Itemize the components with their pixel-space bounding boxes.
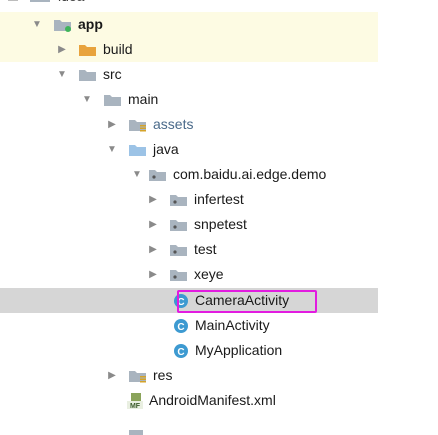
- tree-node-label: app: [78, 16, 103, 32]
- tree-node-label: test: [194, 241, 217, 257]
- tree-node-label: com.baidu.ai.edge.demo: [173, 166, 327, 182]
- tree-node-label: AndroidManifest.xml: [149, 392, 276, 408]
- tree-node-app[interactable]: ▼ app: [0, 12, 378, 37]
- collapsed-arrow-icon[interactable]: ▶: [104, 363, 120, 388]
- tree-node-main-activity[interactable]: C MainActivity: [0, 313, 378, 338]
- partial-row-idea: idea: [0, 0, 438, 8]
- tree-node-test[interactable]: ▶ test: [0, 237, 378, 262]
- tree-node-label: main: [128, 91, 159, 107]
- module-folder-icon: [54, 18, 72, 32]
- tree-node-xeye[interactable]: ▶ xeye: [0, 262, 378, 287]
- expanded-arrow-icon[interactable]: ▼: [79, 87, 95, 112]
- collapsed-arrow-icon[interactable]: ▶: [145, 187, 161, 212]
- tree-node-label: res: [153, 367, 173, 383]
- excluded-folder-icon: [79, 43, 97, 57]
- expanded-arrow-icon[interactable]: ▼: [29, 12, 45, 37]
- collapsed-arrow-icon[interactable]: ▶: [145, 237, 161, 262]
- tree-node-label: infertest: [194, 191, 244, 207]
- tree-node-label: java: [153, 141, 179, 157]
- collapsed-arrow-icon[interactable]: ▶: [145, 212, 161, 237]
- project-tree: idea ▼ app ▶ build ▼ src ▼: [0, 0, 438, 435]
- tree-node-main[interactable]: ▼ main: [0, 87, 378, 112]
- tree-node-infertest[interactable]: ▶ infertest: [0, 187, 378, 212]
- tree-node-label: snpetest: [194, 216, 247, 232]
- source-folder-icon: [129, 143, 147, 157]
- tree-node-label: MainActivity: [195, 317, 270, 333]
- tree-node-label: xeye: [194, 266, 224, 282]
- tree-node-res[interactable]: ▶ res: [0, 363, 378, 388]
- expanded-arrow-icon[interactable]: ▼: [104, 137, 120, 162]
- class-badge-letter: C: [177, 347, 184, 358]
- partial-row-bottom: [127, 417, 387, 435]
- collapsed-arrow-icon[interactable]: ▶: [54, 37, 70, 62]
- expanded-arrow-icon[interactable]: ▼: [129, 162, 145, 187]
- package-icon: [170, 268, 188, 282]
- tree-node-src[interactable]: ▼ src: [0, 62, 378, 87]
- tree-node-label: assets: [153, 116, 194, 132]
- partial-arrow: [8, 0, 18, 1]
- annotation-highlight-box: [177, 290, 317, 313]
- package-icon: [170, 193, 188, 207]
- partial-folder-icon: [30, 0, 50, 2]
- resources-folder-icon: [129, 369, 147, 383]
- tree-node-android-manifest[interactable]: MF AndroidManifest.xml: [0, 388, 378, 413]
- tree-node-package[interactable]: ▼ com.baidu.ai.edge.demo: [0, 162, 378, 187]
- expanded-arrow-icon[interactable]: ▼: [54, 62, 70, 87]
- tree-node-label: build: [103, 41, 133, 57]
- package-icon: [170, 218, 188, 232]
- manifest-badge-text: MF: [130, 403, 141, 410]
- tree-node-snpetest[interactable]: ▶ snpetest: [0, 212, 378, 237]
- class-badge-letter: C: [177, 322, 184, 333]
- partial-file-icon: [129, 430, 143, 435]
- tree-node-label: src: [103, 66, 122, 82]
- collapsed-arrow-icon[interactable]: ▶: [104, 112, 120, 137]
- tree-node-assets[interactable]: ▶ assets: [0, 112, 378, 137]
- tree-node-my-application[interactable]: C MyApplication: [0, 338, 378, 363]
- folder-icon: [79, 68, 97, 82]
- folder-icon: [104, 93, 122, 107]
- class-icon: C: [173, 318, 189, 333]
- partial-label: idea: [58, 0, 84, 4]
- package-icon: [149, 168, 167, 182]
- tree-node-label: MyApplication: [195, 342, 283, 358]
- tree-node-java[interactable]: ▼ java: [0, 137, 378, 162]
- manifest-file-icon: MF: [127, 392, 145, 410]
- class-icon: C: [173, 343, 189, 358]
- package-icon: [170, 243, 188, 257]
- tree-node-build[interactable]: ▶ build: [0, 37, 378, 62]
- resources-folder-icon: [129, 118, 147, 132]
- collapsed-arrow-icon[interactable]: ▶: [145, 262, 161, 287]
